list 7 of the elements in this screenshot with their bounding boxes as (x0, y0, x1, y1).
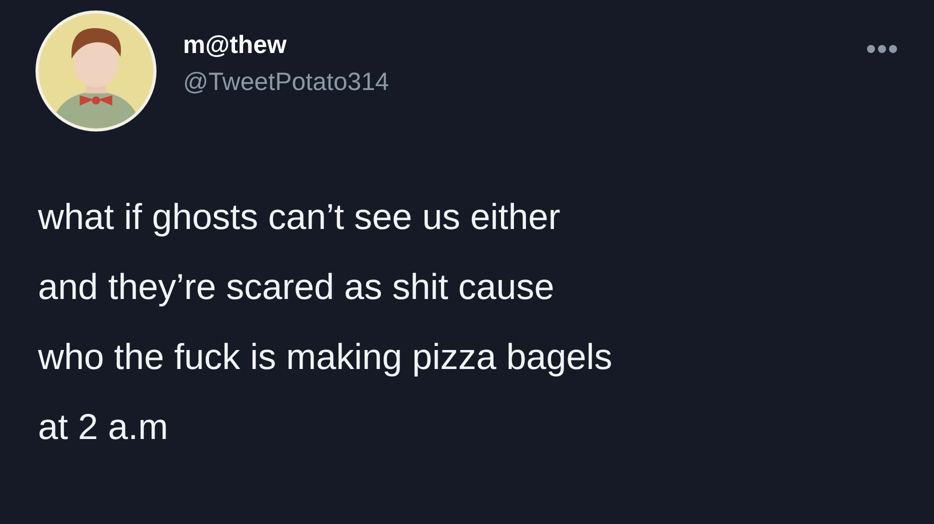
user-handle[interactable]: @TweetPotato314 (183, 68, 390, 97)
tweet-text-line: and they’re scared as shit cause (38, 265, 554, 309)
display-name[interactable]: m@thew (183, 31, 390, 60)
tweet-text-line: what if ghosts can’t see us either (38, 195, 560, 239)
tweet-text-line: who the fuck is making pizza bagels (38, 335, 612, 379)
more-options-icon[interactable] (866, 44, 898, 54)
tweet-text-line: at 2 a.m (38, 405, 168, 449)
